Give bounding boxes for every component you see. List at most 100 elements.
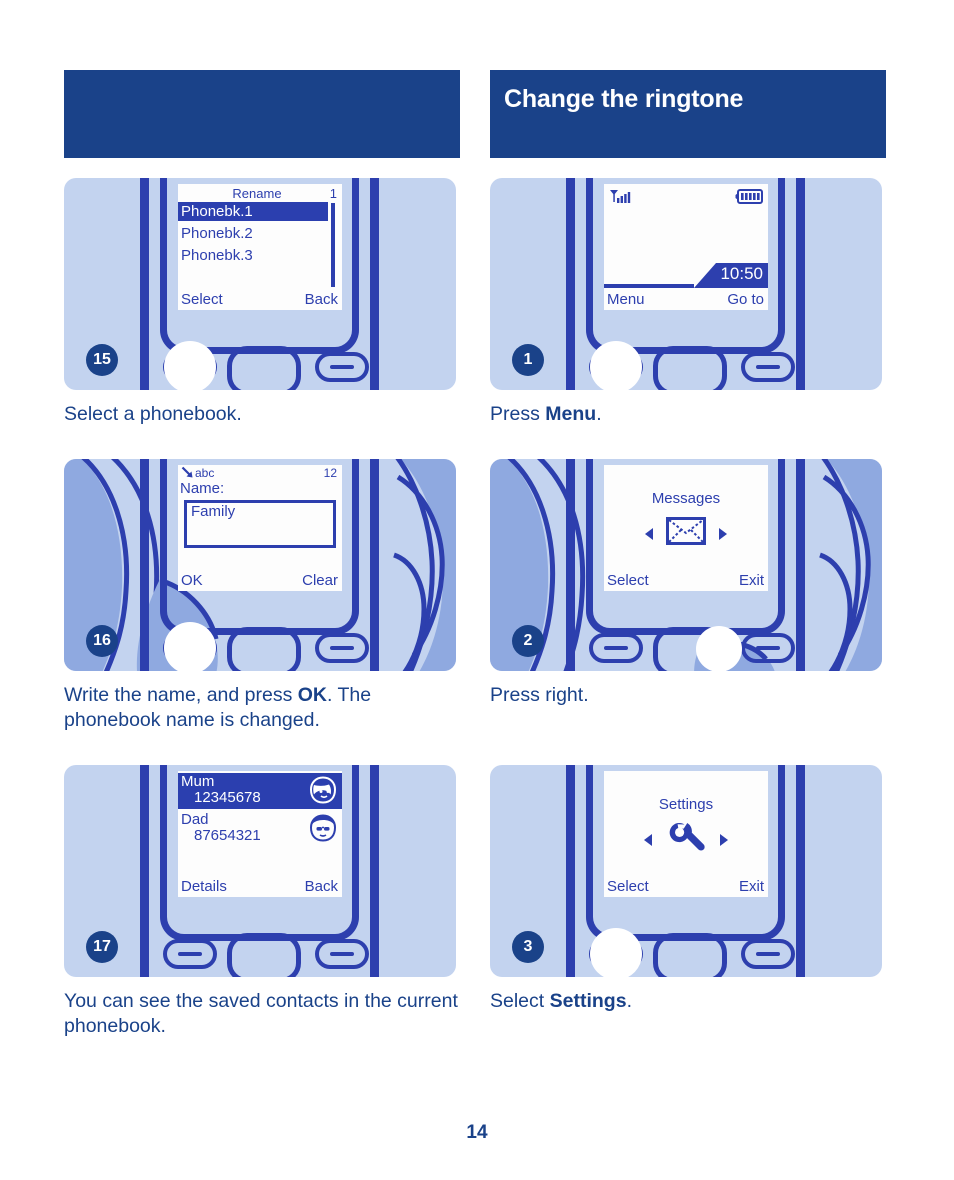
- softkey-label-right[interactable]: Go to: [727, 291, 764, 308]
- right-softkey-button[interactable]: [741, 352, 795, 382]
- navigation-key[interactable]: [227, 346, 301, 390]
- step-number-badge: 17: [86, 930, 118, 963]
- softkey-label-right[interactable]: Clear: [302, 572, 338, 589]
- phone-edge-right-outer: [370, 764, 379, 977]
- step-16: abc 12 Name: Family OK Clear 16 Write the na…: [64, 458, 460, 733]
- step-caption: You can see the saved contacts in the cu…: [64, 989, 464, 1039]
- step-cell: abc 12 Name: Family OK Clear 16 Write the na…: [64, 458, 460, 733]
- step-number-badge: 3: [512, 930, 544, 963]
- step-number-badge: 15: [86, 344, 118, 376]
- name-input[interactable]: Family: [184, 499, 336, 548]
- arrow-right-icon[interactable]: [720, 833, 728, 846]
- left-softkey-button[interactable]: [589, 632, 643, 663]
- softkey-label-right[interactable]: Exit: [739, 572, 764, 589]
- right-softkey-button[interactable]: [741, 632, 795, 663]
- right-softkey-button[interactable]: [315, 632, 369, 663]
- contact-avatar: [308, 776, 338, 809]
- step-caption: Select a phonebook.: [64, 402, 464, 427]
- step-cell: 10:50 Menu Go to 1 Press Menu.: [490, 178, 886, 427]
- phone-illustration: Settings Select Exit 3: [490, 764, 882, 977]
- left-softkey-button[interactable]: [163, 938, 217, 969]
- phone-illustration: Mum 12345678 Dad 87654321 Details Back 17: [64, 764, 456, 977]
- navigation-key[interactable]: [653, 346, 727, 390]
- step-cell: Rename 1 Phonebk.1 Phonebk.2 Phonebk.3 Select…: [64, 178, 460, 427]
- header-row: Change the ringtone: [64, 70, 886, 158]
- softkey-label-right[interactable]: Exit: [739, 878, 764, 895]
- scrollbar[interactable]: [331, 203, 335, 287]
- softkey-label-left[interactable]: Select: [607, 878, 649, 895]
- list-item[interactable]: Phonebk.1: [178, 202, 328, 221]
- step-caption: Select Settings.: [490, 989, 890, 1014]
- phone-illustration: Rename 1 Phonebk.1 Phonebk.2 Phonebk.3 Select…: [64, 178, 456, 390]
- standby-clock-notch: [694, 263, 716, 288]
- softkey-label-left[interactable]: Select: [607, 572, 649, 589]
- header-title-right: Change the ringtone: [504, 85, 744, 113]
- phone-illustration: Messages Select Exit 2: [490, 458, 882, 671]
- contact-row[interactable]: Mum 12345678: [178, 772, 342, 809]
- envelope-icon: [666, 517, 706, 546]
- caption-emphasis: Menu: [545, 403, 597, 425]
- caption-text: Select: [490, 989, 550, 1012]
- phone-illustration: abc 12 Name: Family OK Clear 16: [64, 458, 456, 671]
- step-number-badge: 2: [512, 624, 544, 657]
- step-caption: Press right.: [490, 683, 890, 708]
- softkey-label-left[interactable]: OK: [181, 572, 203, 589]
- signal-bars-icon: [610, 190, 631, 203]
- arrow-left-icon[interactable]: [645, 527, 653, 540]
- phone-edge-left-outer: [566, 458, 575, 671]
- step-row: Rename 1 Phonebk.1 Phonebk.2 Phonebk.3 Select…: [64, 178, 890, 427]
- softkey-label-right[interactable]: Back: [305, 878, 338, 895]
- field-label: Name:: [180, 479, 225, 497]
- contact-name: Mum: [181, 772, 215, 790]
- manual-page: Change the ringtone Rename 1 Phonebk.1 Phon…: [0, 0, 954, 1180]
- navigation-key[interactable]: [653, 932, 727, 977]
- step-3: Settings Select Exit 3 Select Settings.: [490, 764, 886, 1014]
- softkey-label-left[interactable]: Select: [181, 291, 223, 308]
- step-row: Mum 12345678 Dad 87654321 Details Back 17: [64, 764, 890, 1039]
- step-row: abc 12 Name: Family OK Clear 16 Write the na…: [64, 458, 890, 733]
- list-item[interactable]: Phonebk.2: [181, 224, 253, 243]
- header-band-right: Change the ringtone: [490, 70, 886, 158]
- standby-clock: 10:50: [716, 263, 768, 288]
- softkey-label-left[interactable]: Menu: [607, 291, 645, 308]
- right-softkey-button[interactable]: [315, 938, 369, 969]
- status-battery: [735, 189, 763, 209]
- step-17: Mum 12345678 Dad 87654321 Details Back 17: [64, 764, 460, 1039]
- caption-text: Press: [490, 403, 546, 425]
- phone-edge-right-outer: [370, 178, 379, 390]
- arrow-left-icon[interactable]: [644, 833, 652, 846]
- phone-edge-left-outer: [566, 178, 575, 390]
- right-softkey-button[interactable]: [741, 938, 795, 969]
- softkey-label-right[interactable]: Back: [305, 291, 338, 308]
- contact-avatar: [308, 814, 338, 847]
- step-2: Messages Select Exit 2 Press right.: [490, 458, 886, 708]
- phone-edge-right-outer: [796, 178, 805, 390]
- phone-screen: Mum 12345678 Dad 87654321 Details Back: [178, 770, 342, 897]
- list-item[interactable]: Phonebk.3: [181, 246, 253, 265]
- header-band-left: [64, 70, 460, 158]
- navigation-key[interactable]: [227, 626, 301, 671]
- caption-text: .: [626, 989, 632, 1012]
- contact-row[interactable]: Dad 87654321: [178, 811, 342, 847]
- phone-edge-right-outer: [796, 458, 805, 671]
- step-1: 10:50 Menu Go to 1 Press Menu.: [490, 178, 886, 427]
- phone-edge-right-outer: [370, 458, 379, 671]
- softkey-label-left[interactable]: Details: [181, 878, 227, 895]
- navigation-key[interactable]: [227, 932, 301, 977]
- menu-icon[interactable]: [666, 517, 706, 550]
- phone-edge-left-outer: [140, 458, 149, 671]
- caption-text: .: [596, 403, 602, 425]
- step-number-badge: 16: [86, 624, 118, 657]
- right-softkey-button[interactable]: [315, 352, 369, 382]
- screen-title: Rename: [232, 186, 282, 201]
- caption-text: Press right.: [490, 683, 589, 706]
- phone-screen: 10:50 Menu Go to: [604, 184, 768, 310]
- menu-icon[interactable]: [665, 820, 707, 859]
- screen-count: 1: [329, 186, 337, 201]
- steps-grid: Rename 1 Phonebk.1 Phonebk.2 Phonebk.3 Select…: [64, 178, 890, 1039]
- key-press-highlight: [590, 341, 642, 390]
- status-signal: [609, 189, 633, 210]
- caption-text: Write the name, and press: [64, 683, 298, 706]
- abc-input-mode-icon: [181, 466, 193, 478]
- arrow-right-icon[interactable]: [719, 527, 727, 540]
